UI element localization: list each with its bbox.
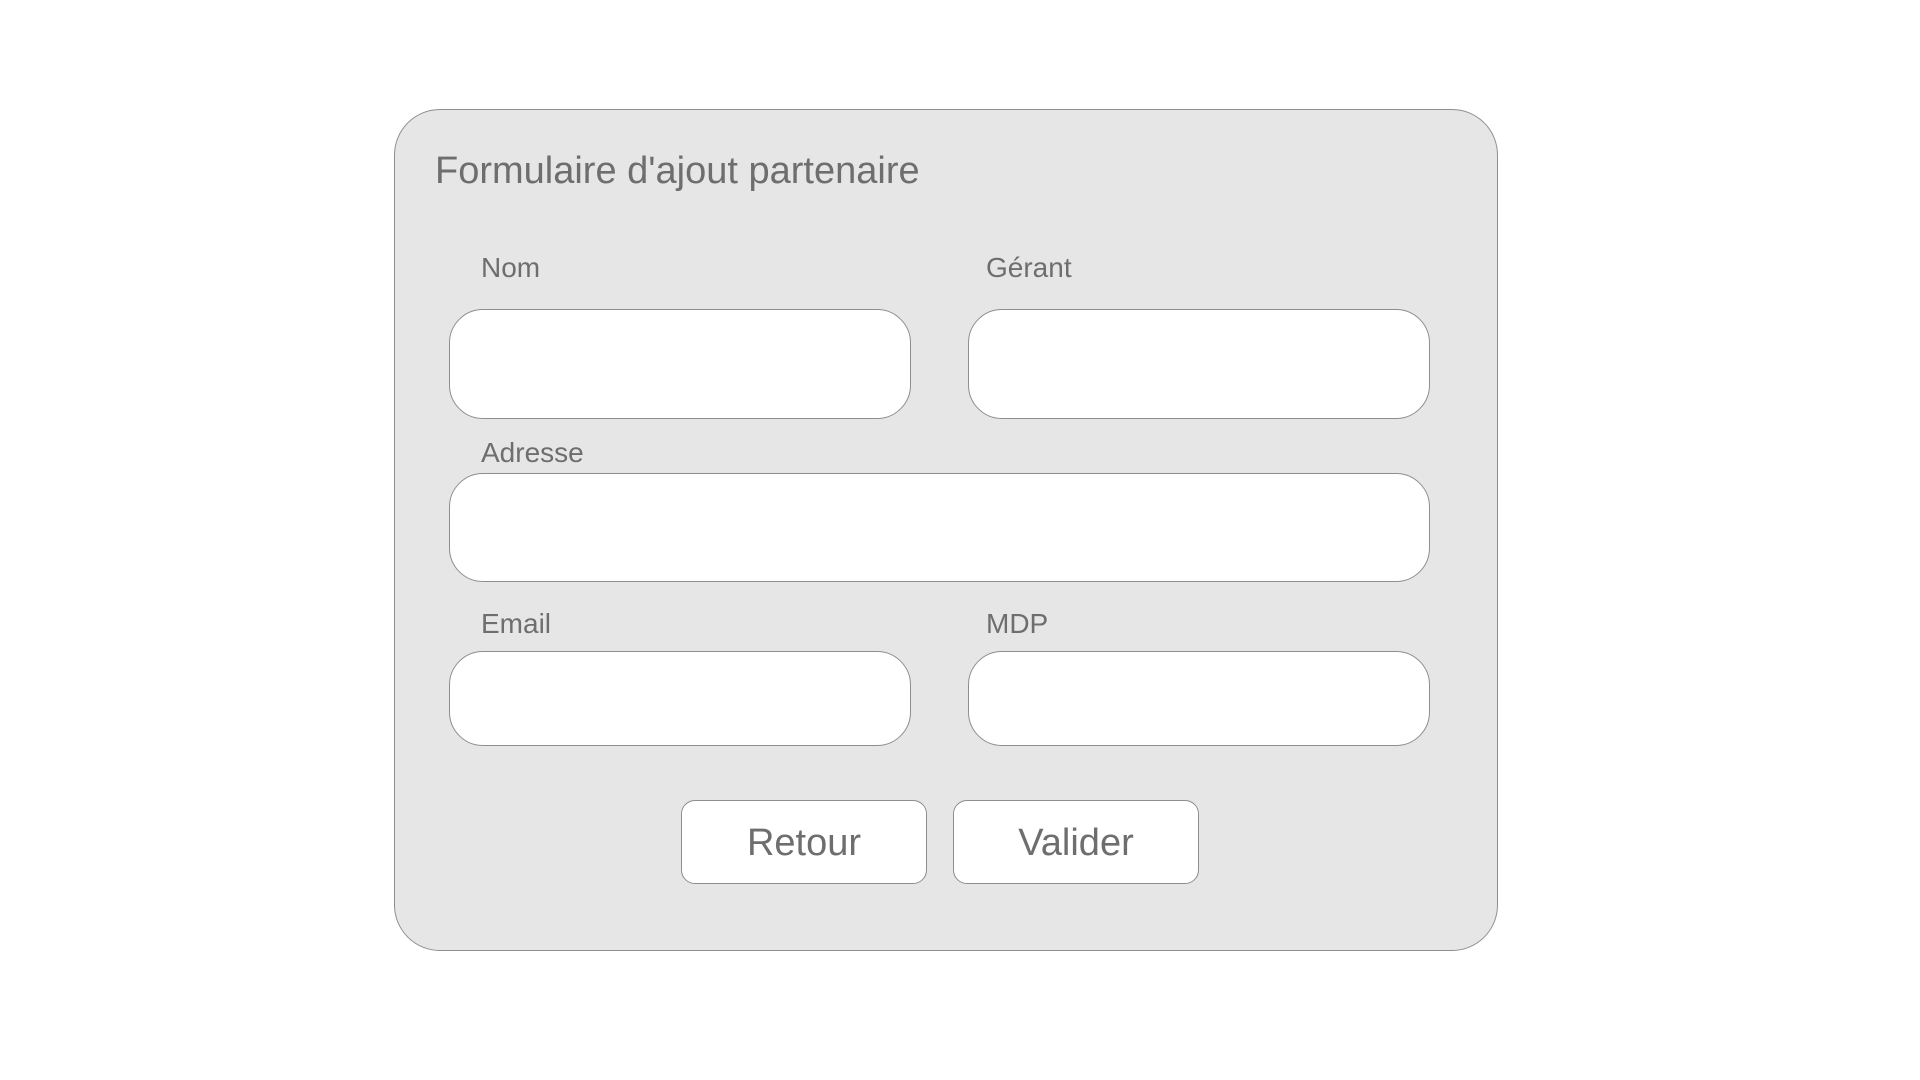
nom-label: Nom	[481, 252, 541, 283]
retour-button[interactable]: Retour	[681, 800, 927, 884]
mdp-input[interactable]	[968, 651, 1430, 746]
valider-button[interactable]: Valider	[953, 800, 1199, 884]
adresse-input[interactable]	[449, 473, 1430, 582]
adresse-label: Adresse	[481, 437, 584, 468]
gerant-input[interactable]	[968, 309, 1430, 419]
gerant-label: Gérant	[986, 252, 1072, 283]
email-label: Email	[481, 608, 552, 639]
mdp-label: MDP	[986, 608, 1049, 639]
email-input[interactable]	[449, 651, 911, 746]
partner-form-card: Formulaire d'ajout partenaire Nom Gérant…	[394, 109, 1498, 951]
form-title: Formulaire d'ajout partenaire	[435, 150, 920, 192]
nom-input[interactable]	[449, 309, 911, 419]
